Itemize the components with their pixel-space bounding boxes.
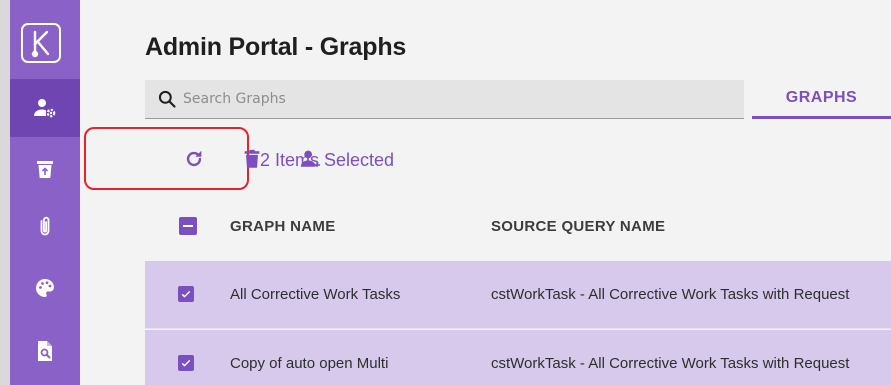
paperclip-icon xyxy=(40,216,50,236)
indeterminate-mark xyxy=(183,225,193,227)
source-query-cell: cstWorkTask - All Corrective Work Tasks … xyxy=(491,355,850,372)
row-checkbox[interactable] xyxy=(178,286,194,302)
graph-name-cell: Copy of auto open Multi xyxy=(230,355,389,372)
refresh-icon xyxy=(186,150,202,167)
palette-icon xyxy=(36,279,54,297)
search-input[interactable] xyxy=(183,91,703,107)
left-gutter xyxy=(0,0,10,385)
page-title: Admin Portal - Graphs xyxy=(145,33,407,61)
table-row[interactable]: Copy of auto open Multi cstWorkTask - Al… xyxy=(145,330,891,385)
k-logo-icon[interactable] xyxy=(21,23,61,63)
sidebar-item-user-settings[interactable] xyxy=(10,79,80,137)
sidebar-item-themes[interactable] xyxy=(10,259,80,317)
select-all-checkbox[interactable] xyxy=(179,217,197,235)
search-bar xyxy=(145,80,744,119)
sidebar-item-trash[interactable] xyxy=(10,140,80,198)
search-icon xyxy=(153,85,181,113)
tab-graphs[interactable]: GRAPHS xyxy=(752,80,891,119)
column-header-graph-name[interactable]: GRAPH NAME xyxy=(230,218,336,235)
graph-name-cell: All Corrective Work Tasks xyxy=(230,286,401,303)
table-row[interactable]: All Corrective Work Tasks cstWorkTask - … xyxy=(145,261,891,328)
refresh-button[interactable] xyxy=(180,145,208,173)
trash-icon xyxy=(37,161,53,178)
row-divider xyxy=(145,328,891,329)
sidebar-item-document-search[interactable] xyxy=(10,322,80,380)
sidebar-item-attachments[interactable] xyxy=(10,198,80,256)
row-checkbox[interactable] xyxy=(178,355,194,371)
source-query-cell: cstWorkTask - All Corrective Work Tasks … xyxy=(491,286,850,303)
selected-count-label: 2 Items Selected xyxy=(260,150,395,170)
app-window: Admin Portal - Graphs GRAPHS xyxy=(0,0,891,385)
document-search-icon xyxy=(38,341,52,361)
user-settings-icon xyxy=(34,99,56,118)
column-header-source-query-name[interactable]: SOURCE QUERY NAME xyxy=(491,218,665,235)
check-icon xyxy=(181,359,191,367)
check-icon xyxy=(181,290,191,298)
bulk-actions-highlight xyxy=(84,127,249,190)
